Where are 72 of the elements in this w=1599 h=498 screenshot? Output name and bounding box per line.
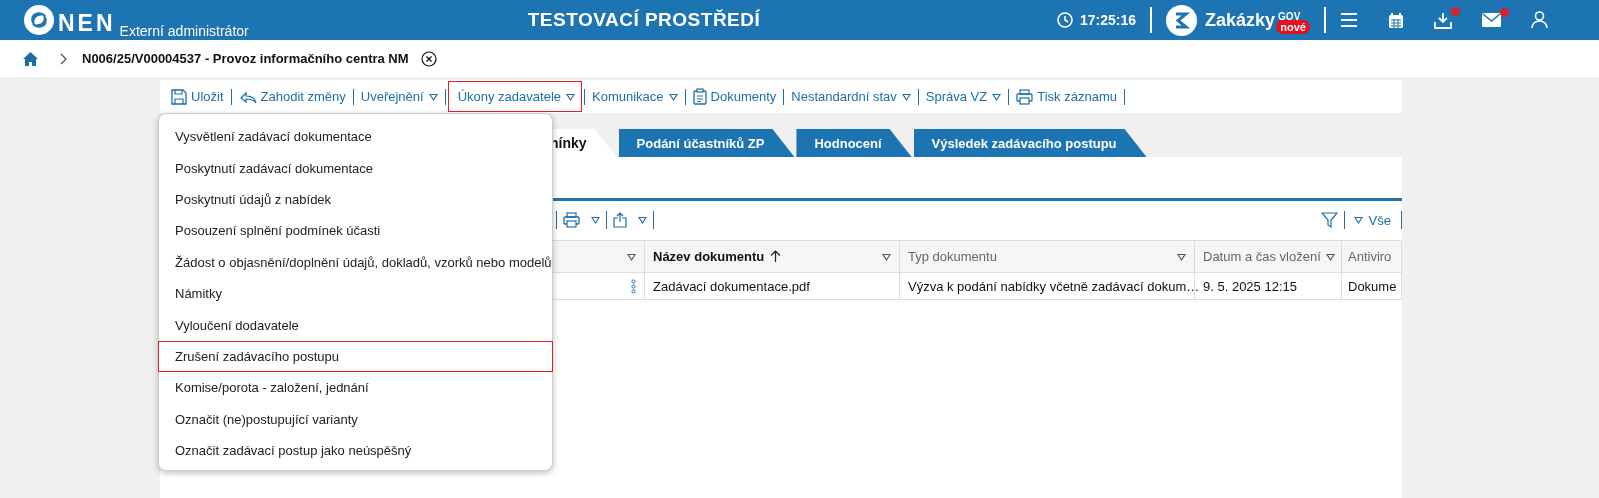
app-logo-text: NEN	[58, 11, 116, 35]
download-icon[interactable]	[1434, 11, 1452, 29]
caret-icon	[638, 216, 647, 224]
menu-item[interactable]: Zrušení zadávacího postupu	[158, 340, 553, 373]
row-actions-icon[interactable]	[631, 278, 636, 294]
chevron-icon	[60, 52, 68, 65]
brand-name: Zakázky	[1205, 9, 1276, 31]
home-icon[interactable]	[22, 50, 39, 67]
toolbar-button[interactable]: Uložit	[166, 81, 229, 112]
notification-dot	[1451, 6, 1460, 16]
table-cell: 9. 5. 2025 12:15	[1203, 278, 1297, 294]
mail-icon[interactable]	[1482, 13, 1501, 27]
record-title: N006/25/V00004537 - Provoz informačního centra NM	[82, 51, 409, 66]
menu-icon[interactable]	[1340, 12, 1358, 28]
tab[interactable]: Podání účastníků ZP	[618, 129, 795, 157]
new-badge: nové	[1276, 19, 1310, 34]
print-icon[interactable]	[563, 212, 580, 228]
environment-title: TESTOVACÍ PROSTŘEDÍ	[526, 9, 762, 31]
brand-logo-icon[interactable]	[1166, 4, 1197, 36]
menu-item[interactable]: Označit zadávací postup jako neúspěšný	[159, 434, 552, 467]
toolbar-button[interactable]: Nestandardní stav	[786, 81, 916, 112]
toolbar-button[interactable]: Uveřejnění	[355, 81, 443, 112]
caret-icon	[901, 92, 911, 101]
filter-icon[interactable]	[1320, 211, 1338, 229]
caret-icon	[1353, 216, 1363, 224]
column-header[interactable]: Typ dokumentu	[908, 249, 997, 264]
clock-icon	[1056, 12, 1073, 28]
menu-item[interactable]: Poskytnutí údajů z nabídek	[159, 183, 552, 216]
toolbar-button[interactable]: Zahodit změny	[233, 81, 351, 112]
menu-item[interactable]: Posouzení splnění podmínek účasti	[159, 215, 552, 247]
column-header[interactable]: Datum a čas vložení	[1203, 249, 1321, 264]
user-role: Externí administrátor	[119, 23, 249, 39]
sort-arrow-icon[interactable]	[770, 250, 782, 263]
caret-icon	[566, 92, 575, 101]
toolbar-button[interactable]: Tisk záznamu	[1011, 81, 1122, 112]
caret-icon	[668, 92, 678, 101]
close-icon[interactable]	[420, 50, 437, 67]
caret-icon	[992, 92, 1002, 101]
save-icon	[171, 88, 187, 105]
column-header[interactable]: Antiviro	[1348, 249, 1392, 264]
logo-icon	[24, 5, 54, 35]
user-icon[interactable]	[1531, 11, 1548, 29]
toolbar-button[interactable]: Komunikace	[587, 81, 683, 112]
filter-dropdown[interactable]: Vše	[1350, 212, 1395, 228]
clipboard-icon	[692, 88, 707, 105]
menu-item[interactable]: Označit (ne)postupující varianty	[159, 403, 552, 435]
clock-time: 17:25:16	[1079, 12, 1136, 28]
menu-item[interactable]: Komise/porota - založení, jednání	[159, 372, 552, 404]
brand-suffix: GOV	[1278, 10, 1301, 22]
column-filter-icon	[1325, 252, 1335, 261]
caret-icon	[428, 92, 438, 101]
tab[interactable]: Výsledek zadávacího postupu	[913, 129, 1147, 157]
menu-item[interactable]: Námitky	[159, 277, 552, 310]
calendar-icon[interactable]	[1388, 11, 1404, 29]
toolbar-button[interactable]: Dokumenty	[687, 81, 782, 112]
menu-item[interactable]: Žádost o objasnění/doplnění údajů, dokladů, vzorků nebo modelů	[159, 246, 552, 278]
caret-icon	[591, 216, 600, 224]
table-cell: Výzva k podání nabídky včetně zadávací dokum…	[908, 278, 1200, 294]
column-filter-icon	[882, 252, 891, 261]
tab[interactable]: Hodnocení	[796, 129, 912, 157]
export-icon[interactable]	[613, 212, 627, 228]
column-filter-icon	[627, 252, 636, 261]
column-header[interactable]: Název dokumentu	[653, 249, 765, 264]
menu-item[interactable]: Vyloučení dodavatele	[159, 309, 552, 341]
printer-icon	[1016, 88, 1034, 105]
undo-icon	[238, 89, 257, 104]
notification-dot	[1500, 8, 1509, 17]
toolbar-button[interactable]: Úkony zadavatele	[447, 81, 582, 112]
table-cell: Zadávací dokumentace.pdf	[653, 278, 810, 294]
column-filter-icon	[1177, 252, 1186, 261]
table-cell: Dokume	[1348, 278, 1397, 294]
toolbar-button[interactable]: Správa VZ	[920, 81, 1007, 112]
